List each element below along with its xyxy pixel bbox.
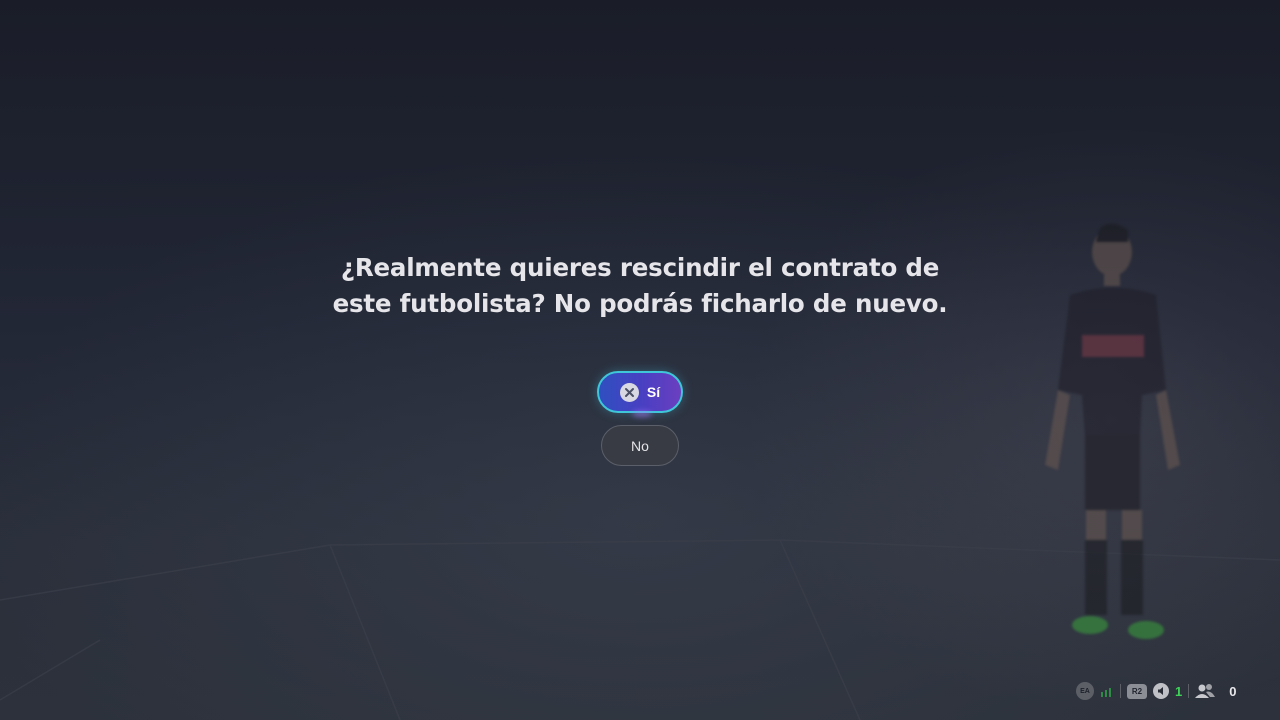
yes-button-label: Sí <box>646 384 661 400</box>
party-count: 0 <box>1229 683 1237 699</box>
yes-button[interactable]: Sí <box>597 371 683 417</box>
question-line-1: ¿Realmente quieres rescindir el contrato… <box>340 253 940 282</box>
divider <box>1120 684 1121 698</box>
voice-chat-icon <box>1153 683 1169 699</box>
cross-button-icon <box>619 382 639 402</box>
dialog-question: ¿Realmente quieres rescindir el contrato… <box>240 250 1040 322</box>
ea-logo-icon: EA <box>1076 682 1094 700</box>
status-bar: EA R2 1 0 <box>1076 680 1236 702</box>
r2-button-icon: R2 <box>1127 683 1147 699</box>
no-button-label: No <box>631 437 649 454</box>
signal-bars-icon <box>1101 688 1111 697</box>
divider <box>1188 684 1190 698</box>
voice-count: 1 <box>1175 683 1183 699</box>
party-members-icon <box>1195 684 1216 698</box>
player-figure <box>1045 223 1180 639</box>
game-background: ¿Realmente quieres rescindir el contrato… <box>0 0 1280 720</box>
question-line-2: este futbolista? No podrás ficharlo de n… <box>332 289 948 318</box>
no-button[interactable]: No <box>601 425 679 466</box>
focus-glow <box>632 411 652 417</box>
